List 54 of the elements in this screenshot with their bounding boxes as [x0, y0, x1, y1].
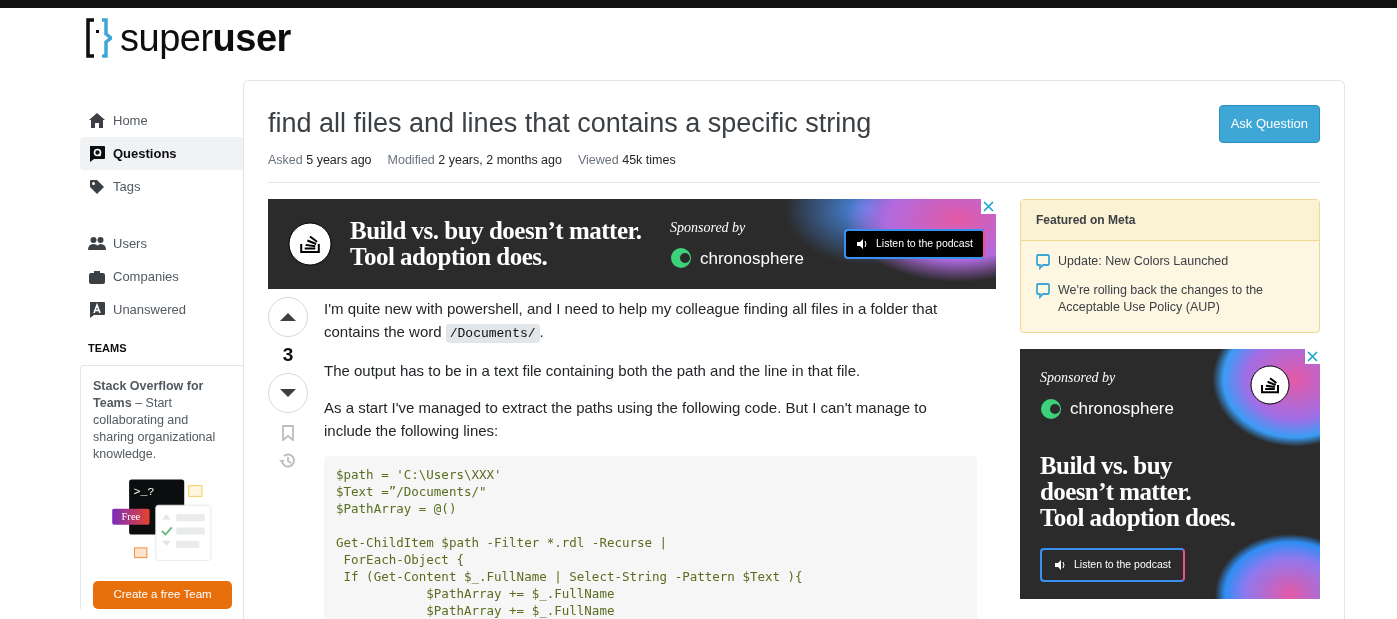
sidebar-nav-item[interactable]: Unanswered [80, 293, 243, 326]
sponsored-label: Sponsored by [670, 218, 747, 237]
bracket-logo-icon [86, 18, 112, 58]
sponsor-brand: chronosphere [1070, 397, 1174, 420]
stack-logo-icon [1250, 364, 1290, 405]
stack-logo-icon [288, 221, 332, 266]
question-bubble-icon [88, 144, 106, 163]
prompt-text: >_? [133, 484, 155, 498]
question-meta: Modified 2 years, 2 months ago [387, 152, 562, 169]
bookmark-icon [282, 424, 294, 441]
downvote-button[interactable] [268, 372, 308, 413]
site-logo[interactable]: superuser [86, 18, 291, 58]
answer-bubble-icon [88, 300, 106, 319]
inline-code: /Documents/ [445, 323, 540, 343]
sidebar-nav-item[interactable]: Home [80, 104, 243, 137]
down-triangle-icon [280, 388, 296, 397]
home-icon [88, 111, 106, 130]
featured-link[interactable]: We're rolling back the changes to the Acceptable Use Policy (AUP) [1058, 281, 1304, 316]
post-paragraph: I'm quite new with powershell, and I need to help my colleague finding all files in a folder that contains the word /Documents/ . [324, 298, 939, 345]
post-paragraph: As a start I've managed to extract the paths using the following code. But I can't manage to include the following lines: [324, 397, 928, 441]
users-icon [88, 234, 106, 253]
speech-bubble-icon [1036, 253, 1050, 270]
sidebar-nav-item[interactable]: Companies [80, 260, 243, 293]
sponsor-brand: chronosphere [700, 247, 804, 270]
ad-box[interactable]: Sponsored by chronosphere Build vs. buy doesn’t matter. Tool adoption does. Listen to the podcast [1020, 348, 1320, 599]
vote-count: 3 [282, 342, 294, 367]
speaker-icon [855, 238, 868, 249]
logo-wordmark: superuser [120, 19, 291, 57]
crescent-logo-icon [670, 247, 692, 270]
panel-heading: Featured on Meta [1021, 199, 1319, 241]
podcast-button[interactable]: Listen to the podcast [843, 228, 985, 259]
question-title: find all files and lines that contains a specific string [268, 107, 872, 140]
podcast-button[interactable]: Listen to the podcast [1040, 547, 1185, 582]
free-badge-text: Free [121, 510, 141, 522]
ad-banner[interactable]: Build vs. buy doesn’t matter. Tool adoption does. Sponsored by chronosphere Listen to the podcast [268, 198, 996, 289]
ad-headline: Build vs. buy doesn’t matter. Tool adoption does. [1040, 453, 1236, 532]
ad-headline: Build vs. buy doesn’t matter. Tool adoption does. [350, 217, 643, 270]
sidebar-nav-item[interactable]: Questions [80, 137, 243, 170]
question-meta: Asked 5 years ago [268, 152, 372, 169]
sponsored-label: Sponsored by [1040, 368, 1117, 387]
upvote-button[interactable] [268, 296, 308, 337]
section-heading: TEAMS [87, 341, 128, 356]
sidebar-nav-item[interactable]: Tags [80, 170, 243, 203]
teams-promo-text: Stack Overflow for Teams – Start collaborating and sharing organizational knowledge. [93, 377, 217, 463]
up-triangle-icon [280, 312, 296, 321]
featured-link[interactable]: Update: New Colors Launched [1058, 252, 1229, 270]
speaker-icon [1054, 559, 1066, 570]
crescent-logo-icon [1040, 397, 1062, 420]
code-block: $path = 'C:\Users\XXX' $Text =”/Documents/" $PathArray = @() Get-ChildItem $path -Filter *.rdl -Recurse | ForEach-Object { If (Get-Content $_.FullName | Select-String -Pattern $Text ){ $PathArray += $_.FullName $PathArray += $_.FullName [324, 455, 977, 619]
tag-icon [88, 177, 106, 196]
question-meta: Viewed 45k times [577, 152, 676, 169]
post-paragraph: The output has to be in a text file containing both the path and the line in that file. [324, 360, 862, 381]
speech-bubble-icon [1036, 282, 1050, 299]
sidebar-nav-item[interactable]: Users [80, 227, 243, 260]
